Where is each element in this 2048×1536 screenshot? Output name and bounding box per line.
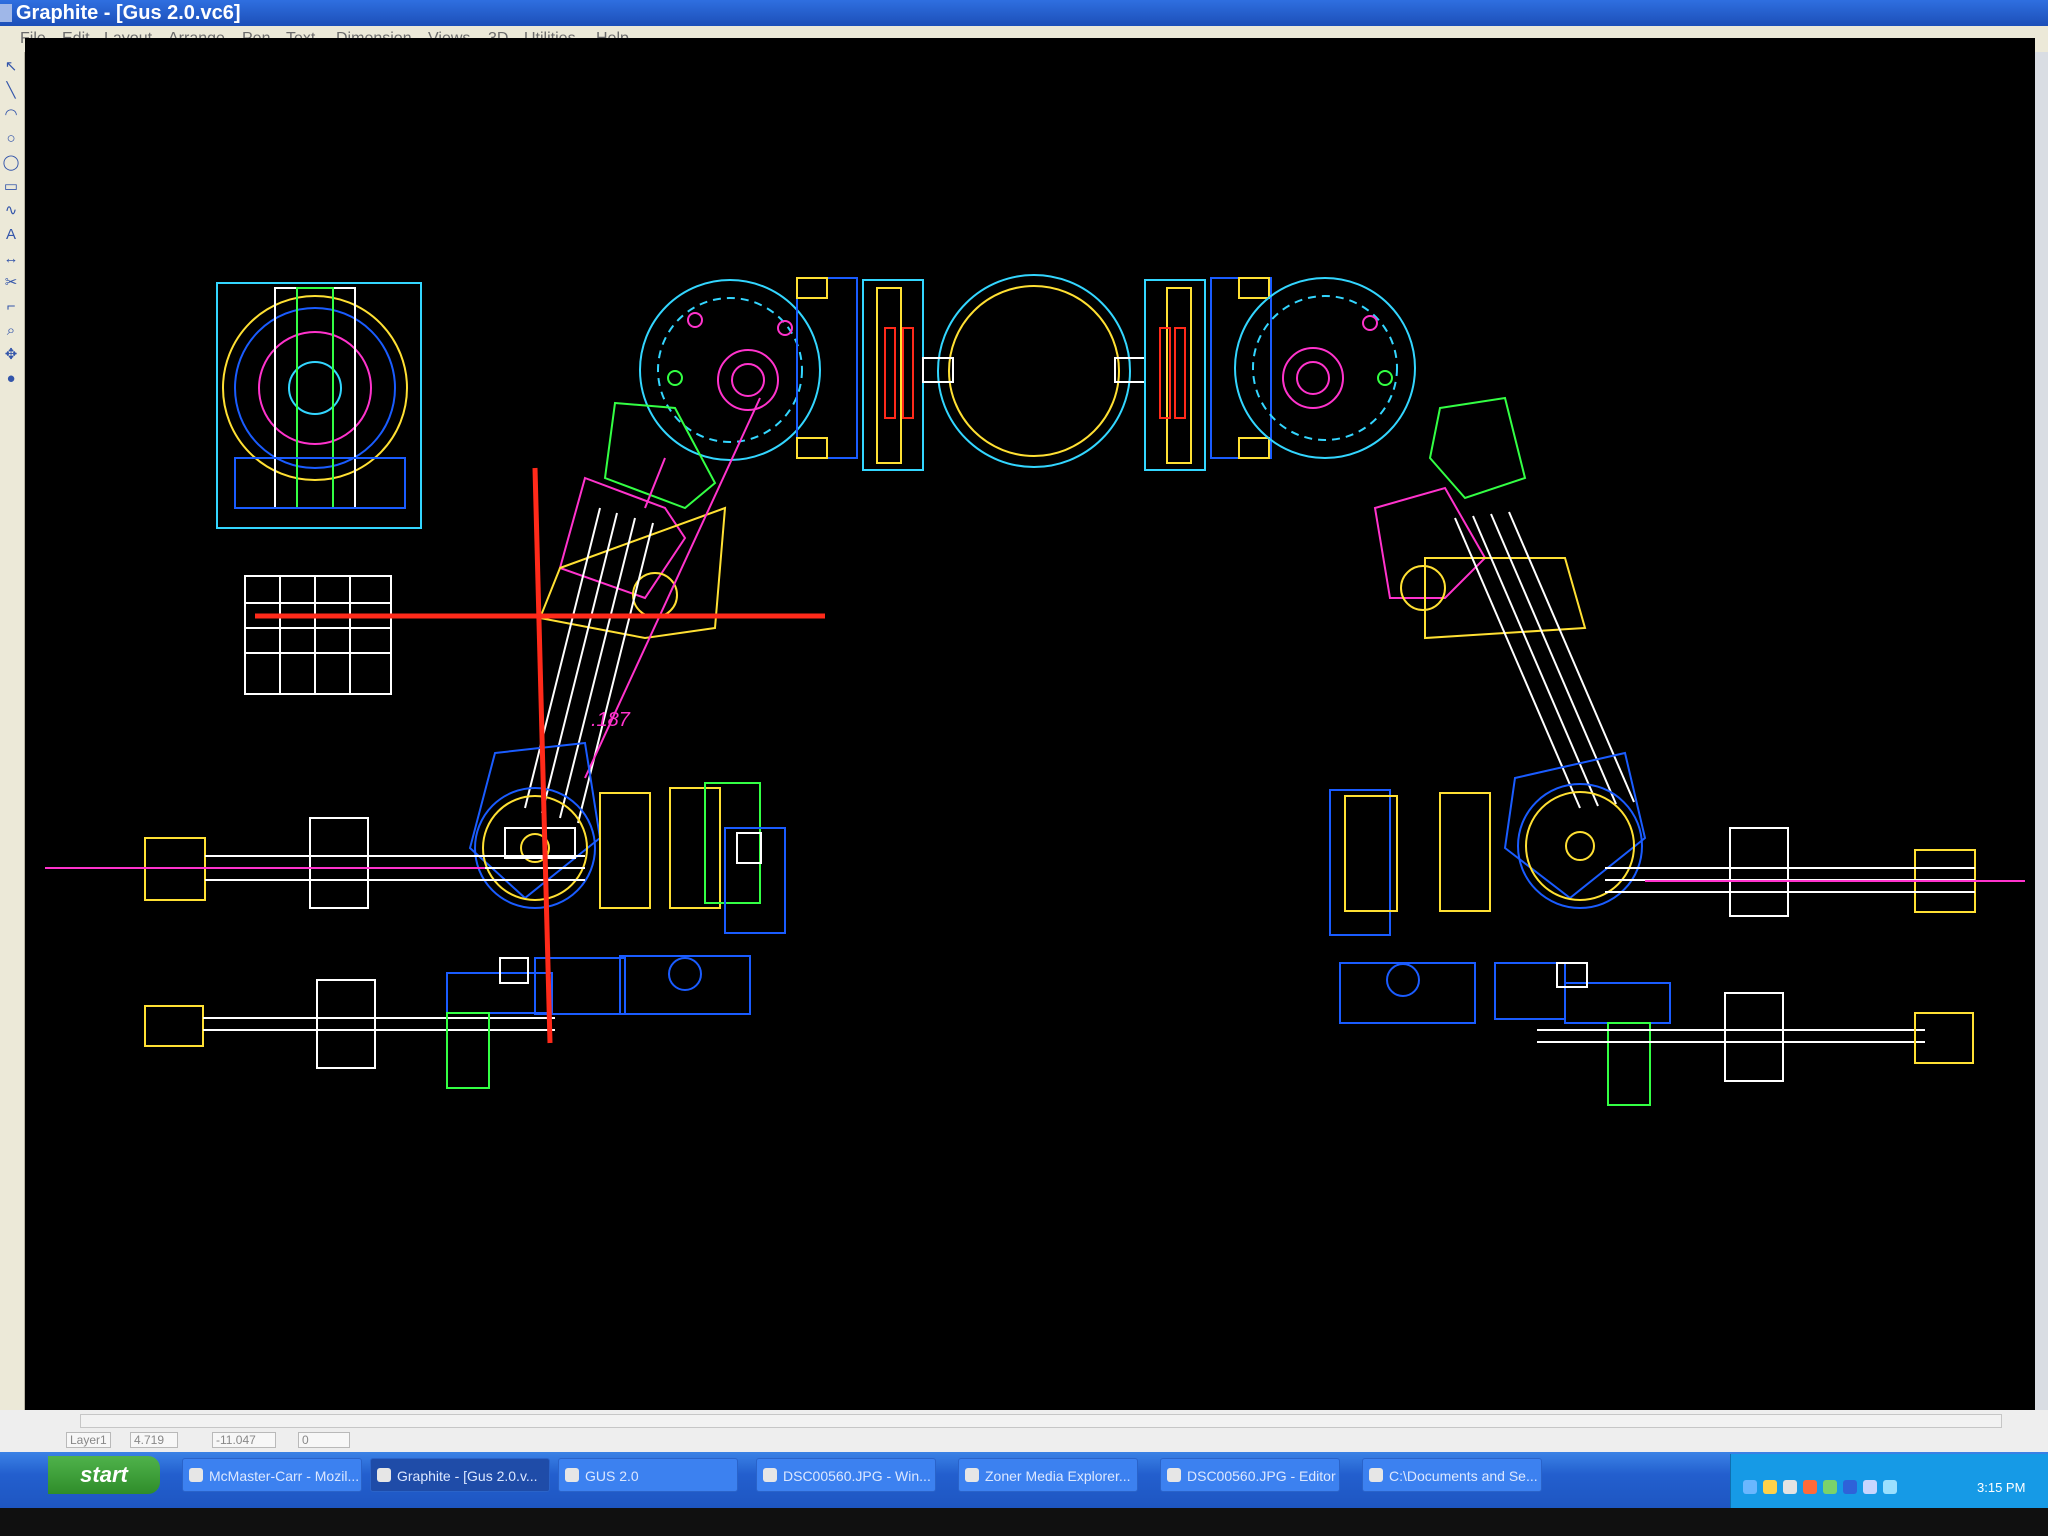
task-graphite[interactable]: Graphite - [Gus 2.0.v... [370,1458,550,1492]
y-coordinate: -11.047 [212,1432,276,1448]
task-label: C:\Documents and Se... [1389,1468,1538,1484]
left-arm-linkage[interactable] [524,397,761,824]
right-shaft-assembly[interactable] [1329,789,2025,936]
update-icon[interactable] [1823,1480,1837,1494]
top-left-assembly[interactable] [216,282,422,529]
circle-icon[interactable]: ○ [2,130,20,148]
dimension-icon[interactable]: ↔ [2,250,20,268]
monitor-bezel [0,1508,2048,1536]
z-coordinate: 0 [298,1432,350,1448]
arc-icon[interactable]: ◠ [2,106,20,124]
task-label: McMaster-Carr - Mozil... [209,1468,360,1484]
task-label: Zoner Media Explorer... [985,1468,1131,1484]
task-gus-folder[interactable]: GUS 2.0 [558,1458,738,1492]
system-tray: 3:15 PM [1730,1454,2048,1508]
task-dsc-editor[interactable]: DSC00560.JPG - Editor [1160,1458,1340,1492]
taskbar: start McMaster-Carr - Mozil... Graphite … [0,1452,2048,1508]
left-bottom-row[interactable] [144,955,751,1089]
task-label: DSC00560.JPG - Win... [783,1468,931,1484]
horizontal-scrollbar[interactable] [80,1414,2002,1428]
status-bar: Layer1 4.719 -11.047 0 [0,1410,2048,1452]
tool-palette: ↖ ╲ ◠ ○ ◯ ▭ ∿ A ↔ ✂ ⌐ ⌕ ✥ ● [0,52,25,1452]
right-arm-linkage[interactable] [1373,396,1635,809]
start-button[interactable]: start [48,1456,160,1494]
monitor-icon[interactable] [1783,1480,1797,1494]
rectangle-icon[interactable]: ▭ [2,178,20,196]
right-plate-stack[interactable] [1144,277,1272,471]
task-documents-folder[interactable]: C:\Documents and Se... [1362,1458,1542,1492]
parts-table-block[interactable] [244,575,392,695]
security-icon[interactable] [1803,1480,1817,1494]
graphite-icon [377,1468,391,1482]
task-label: DSC00560.JPG - Editor [1187,1468,1336,1484]
line-icon[interactable]: ╲ [2,82,20,100]
task-label: GUS 2.0 [585,1468,639,1484]
zoom-icon[interactable]: ⌕ [2,322,20,340]
title-bar: Graphite - [Gus 2.0.vc6] [0,0,2048,26]
right-bottom-row[interactable] [1339,962,1974,1106]
firefox-icon [189,1468,203,1482]
layer-field[interactable]: Layer1 [66,1432,111,1448]
cad-drawing[interactable]: .187 [25,38,2035,1410]
chat-icon[interactable] [1763,1480,1777,1494]
folder-icon [1369,1468,1383,1482]
network-icon[interactable] [1743,1480,1757,1494]
sync-icon[interactable] [1883,1480,1897,1494]
right-lower-wheel[interactable] [1503,751,1647,909]
trim-icon[interactable]: ✂ [2,274,20,292]
folder-icon [565,1468,579,1482]
task-mcmaster[interactable]: McMaster-Carr - Mozil... [182,1458,362,1492]
left-plate-stack[interactable] [796,277,924,471]
task-dsc-viewer[interactable]: DSC00560.JPG - Win... [756,1458,936,1492]
text-icon[interactable]: A [2,226,20,244]
left-wheel-hub[interactable] [639,279,821,461]
image-icon [763,1468,777,1482]
right-wheel-hub[interactable] [1234,277,1416,459]
task-label: Graphite - [Gus 2.0.v... [397,1468,538,1484]
pan-icon[interactable]: ✥ [2,346,20,364]
fillet-icon[interactable]: ⌐ [2,298,20,316]
app-p-icon[interactable] [1843,1480,1857,1494]
volume-icon[interactable] [1863,1480,1877,1494]
center-ring[interactable] [922,274,1146,468]
left-shaft-assembly[interactable] [45,782,786,934]
zoner-icon [965,1468,979,1482]
x-coordinate: 4.719 [130,1432,178,1448]
desktop-screen: Graphite - [Gus 2.0.vc6] File Edit Layou… [0,0,2048,1536]
task-zoner-explorer[interactable]: Zoner Media Explorer... [958,1458,1138,1492]
snap-icon[interactable]: ● [2,370,20,388]
select-icon[interactable]: ↖ [2,58,20,76]
window-title: Graphite - [Gus 2.0.vc6] [16,2,241,24]
spline-icon[interactable]: ∿ [2,202,20,220]
app-icon [0,4,12,22]
clock[interactable]: 3:15 PM [1977,1480,2025,1495]
editor-icon [1167,1468,1181,1482]
ellipse-icon[interactable]: ◯ [2,154,20,172]
dimension-label[interactable]: .187 [591,709,631,731]
drawing-canvas[interactable]: .187 [25,38,2035,1410]
